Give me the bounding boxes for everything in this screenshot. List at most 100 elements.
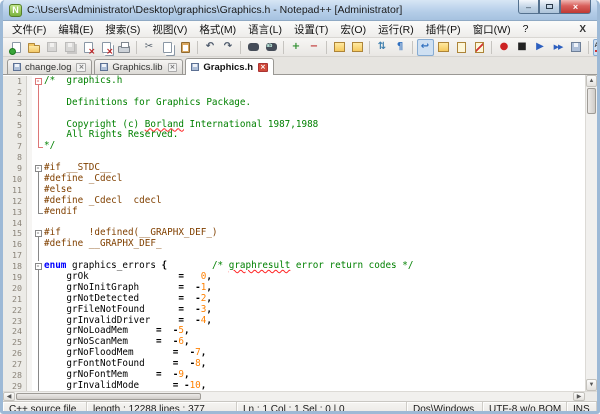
scroll-down-arrow[interactable]: ▼ — [586, 379, 597, 391]
fold-collapse-icon[interactable]: - — [34, 165, 42, 173]
menu-item-9[interactable]: 插件(P) — [420, 21, 467, 38]
tab-close-icon[interactable]: × — [76, 62, 87, 72]
close-all-icon[interactable] — [98, 39, 115, 57]
find-icon[interactable] — [245, 39, 262, 56]
code-view[interactable]: 1-/* graphics.h 2 3 Definitions for Graphi… — [3, 75, 585, 391]
document-close-x[interactable]: X — [571, 24, 594, 35]
fold-line — [38, 315, 39, 327]
paste-icon[interactable] — [177, 39, 194, 56]
code-line[interactable]: 13 #endif — [3, 206, 585, 218]
fold-margin — [32, 348, 44, 360]
code-line[interactable]: 16 #define __GRAPHX_DEF_ — [3, 238, 585, 251]
scrollbar-corner — [585, 392, 597, 401]
close-button[interactable]: × — [560, 0, 591, 14]
status-encoding: UTF-8 w/o BOM — [483, 402, 567, 411]
menu-item-11[interactable]: ? — [517, 22, 535, 36]
code-line[interactable]: 1-/* graphics.h — [3, 75, 585, 87]
vertical-scroll-thumb[interactable] — [587, 88, 596, 114]
code-line[interactable]: 10 #define _Cdecl — [3, 173, 585, 185]
macro-stop-icon[interactable]: ■ — [514, 39, 531, 56]
zoom-in-icon[interactable]: + — [288, 39, 305, 56]
new-file-icon[interactable] — [8, 39, 25, 56]
redo-icon[interactable]: ↷ — [220, 39, 237, 56]
menu-item-2[interactable]: 搜索(S) — [99, 21, 146, 38]
vertical-scroll-track[interactable] — [586, 87, 597, 379]
close-file-icon[interactable] — [80, 39, 97, 57]
scroll-left-arrow[interactable]: ◀ — [3, 392, 15, 401]
tab-graphics-lib[interactable]: Graphics.lib × — [94, 59, 184, 74]
fold-margin[interactable]: - — [32, 228, 44, 240]
minimize-button[interactable]: – — [518, 0, 539, 14]
code-text: #define __GRAPHX_DEF_ — [44, 238, 162, 250]
replace-icon[interactable] — [263, 39, 280, 56]
fold-margin — [32, 218, 44, 229]
doc-map-icon — [437, 42, 449, 52]
horizontal-scroll-track[interactable] — [15, 392, 573, 401]
fold-margin[interactable]: - — [32, 261, 44, 273]
vertical-scrollbar[interactable]: ▲ ▼ — [585, 75, 597, 391]
sync-scroll-icon[interactable]: ⇅ — [374, 39, 391, 56]
line-number: 7 — [3, 141, 27, 153]
open-folder-icon[interactable] — [26, 39, 43, 56]
macro-run-multiple-icon[interactable]: ▶▶ — [550, 39, 567, 56]
menu-item-3[interactable]: 视图(V) — [146, 21, 193, 38]
zoom-out-icon[interactable]: − — [306, 39, 323, 56]
menu-item-5[interactable]: 语言(L) — [242, 21, 288, 38]
fold-margin — [32, 141, 44, 152]
fold-collapse-icon[interactable]: - — [34, 263, 42, 271]
fold-line — [38, 86, 39, 98]
maximize-button[interactable] — [539, 0, 560, 14]
fold-margin[interactable]: - — [32, 76, 44, 87]
status-bar: C++ source file length : 12288 lines : 37… — [3, 401, 597, 411]
tab-change-log[interactable]: change.log × — [7, 59, 93, 74]
copy-icon[interactable] — [159, 39, 176, 56]
menu-item-7[interactable]: 宏(O) — [334, 21, 372, 38]
zoom-out-icon: − — [309, 41, 319, 52]
fold-line — [38, 250, 39, 262]
function-list-icon[interactable] — [453, 39, 470, 56]
fold-collapse-icon[interactable]: - — [34, 230, 42, 238]
code-line[interactable]: 3 Definitions for Graphics Package. — [3, 97, 585, 109]
macro-record-icon[interactable]: ● — [496, 39, 513, 56]
paste-icon — [180, 41, 190, 53]
menu-item-8[interactable]: 运行(R) — [372, 21, 420, 38]
save-all-icon[interactable] — [62, 39, 79, 56]
code-line[interactable]: 6 All Rights Reserved. — [3, 130, 585, 142]
fold-margin — [32, 184, 44, 196]
horizontal-scroll-thumb[interactable] — [16, 393, 201, 400]
doc-map-icon[interactable] — [435, 39, 452, 56]
macro-play-icon[interactable]: ▶ — [532, 39, 549, 56]
menu-item-1[interactable]: 编辑(E) — [52, 21, 99, 38]
word-wrap-icon[interactable]: ↩ — [416, 38, 434, 56]
macro-save-icon[interactable] — [568, 39, 585, 56]
undo-icon[interactable]: ↶ — [202, 39, 219, 56]
open-session-icon[interactable] — [349, 39, 366, 56]
fold-collapse-icon[interactable]: - — [34, 77, 42, 85]
monitoring-icon[interactable] — [471, 39, 488, 56]
code-line[interactable]: 29 grInvalidMode = -10, — [3, 380, 585, 391]
menu-item-0[interactable]: 文件(F) — [6, 21, 52, 38]
fold-margin — [32, 86, 44, 98]
code-line[interactable]: 7 */ — [3, 140, 585, 153]
code-line[interactable]: 12 #define _Cdecl cdecl — [3, 195, 585, 207]
fold-margin[interactable]: - — [32, 163, 44, 175]
fold-margin — [32, 304, 44, 316]
save-icon[interactable] — [44, 39, 61, 56]
spell-check-abc-icon[interactable]: ABC — [592, 38, 597, 56]
menu-item-4[interactable]: 格式(M) — [193, 21, 242, 38]
fold-margin — [32, 272, 44, 283]
tab-graphics-h[interactable]: Graphics.h × — [185, 58, 274, 75]
toolbar-separator — [240, 40, 241, 54]
scroll-right-arrow[interactable]: ▶ — [573, 392, 585, 401]
fold-line — [38, 184, 39, 196]
scroll-up-arrow[interactable]: ▲ — [586, 75, 597, 87]
restore-recent-icon[interactable] — [331, 39, 348, 56]
menu-item-10[interactable]: 窗口(W) — [467, 21, 517, 38]
show-all-chars-icon[interactable]: ¶ — [392, 39, 409, 56]
print-icon[interactable] — [116, 39, 133, 56]
menu-item-6[interactable]: 设置(T) — [288, 21, 334, 38]
tab-close-icon[interactable]: × — [167, 62, 178, 72]
tab-close-icon[interactable]: × — [258, 62, 268, 72]
cut-icon[interactable]: ✂ — [141, 39, 158, 56]
horizontal-scrollbar[interactable]: ◀ ▶ — [3, 391, 597, 401]
